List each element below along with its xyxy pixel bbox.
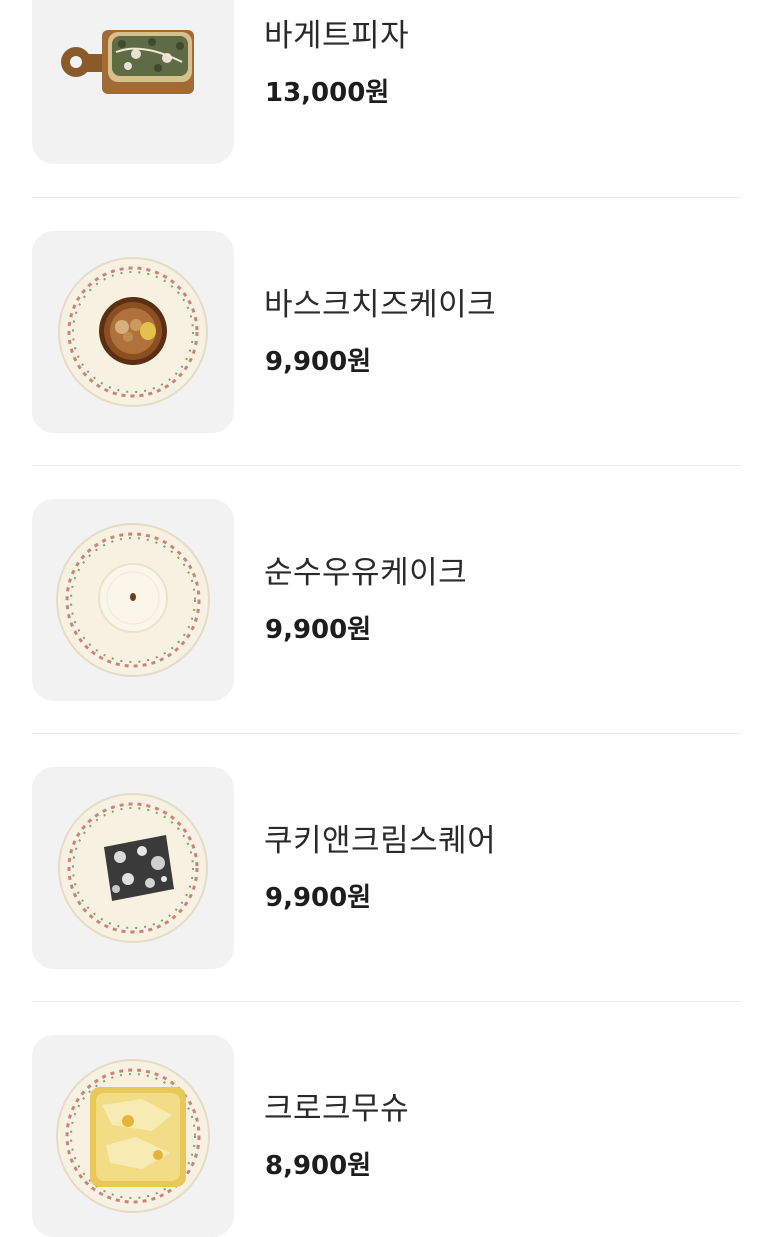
menu-item-name: 바게트피자 [264,18,410,54]
menu-item-price: 8,900원 [265,1151,372,1181]
menu-item-name: 바스크치즈케이크 [264,287,497,323]
menu-item-croque-monsieur[interactable]: 크로크무슈 8,900원 [32,1035,741,1237]
divider [32,197,741,198]
basque-cheesecake-photo [32,231,234,433]
menu-item-price: 9,900원 [265,347,372,377]
menu-item-baguette-pizza[interactable]: 바게트피자 13,000원 [32,0,741,164]
menu-item-name: 크로크무슈 [264,1091,410,1127]
menu-item-basque-cheesecake[interactable]: 바스크치즈케이크 9,900원 [32,231,741,433]
baguette-pizza-photo [32,0,234,164]
menu-item-cookies-cream-square[interactable]: 쿠키앤크림스퀘어 9,900원 [32,767,741,969]
cookies-cream-square-photo [32,767,234,969]
divider [32,1001,741,1002]
menu-item-price: 9,900원 [265,883,372,913]
croque-monsieur-photo [32,1035,234,1237]
menu-item-name: 쿠키앤크림스퀘어 [264,823,497,859]
menu-list: 바게트피자 13,000원 바스크치즈케이크 9,900원 순수우유케이크 9,… [0,0,773,1237]
menu-item-name: 순수우유케이크 [264,555,468,591]
menu-item-price: 9,900원 [265,615,372,645]
divider [32,465,741,466]
milk-cake-photo [32,499,234,701]
divider [32,733,741,734]
menu-item-price: 13,000원 [265,78,390,108]
menu-item-milk-cake[interactable]: 순수우유케이크 9,900원 [32,499,741,701]
